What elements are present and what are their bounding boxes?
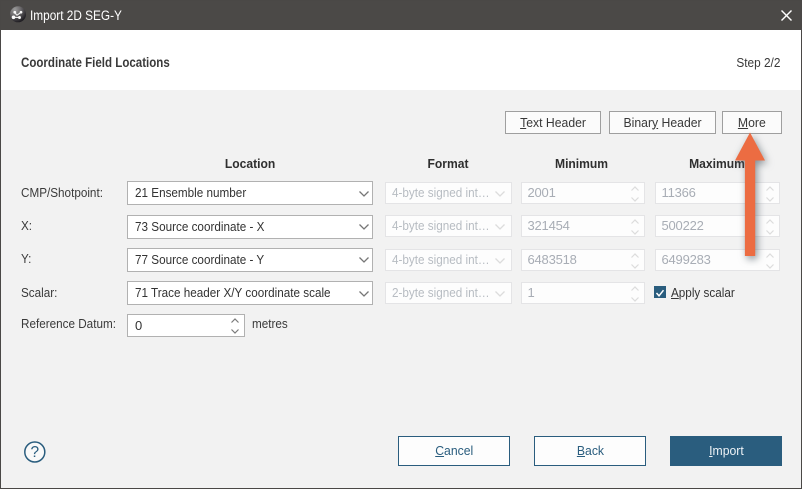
svg-text:?: ?	[30, 444, 39, 461]
